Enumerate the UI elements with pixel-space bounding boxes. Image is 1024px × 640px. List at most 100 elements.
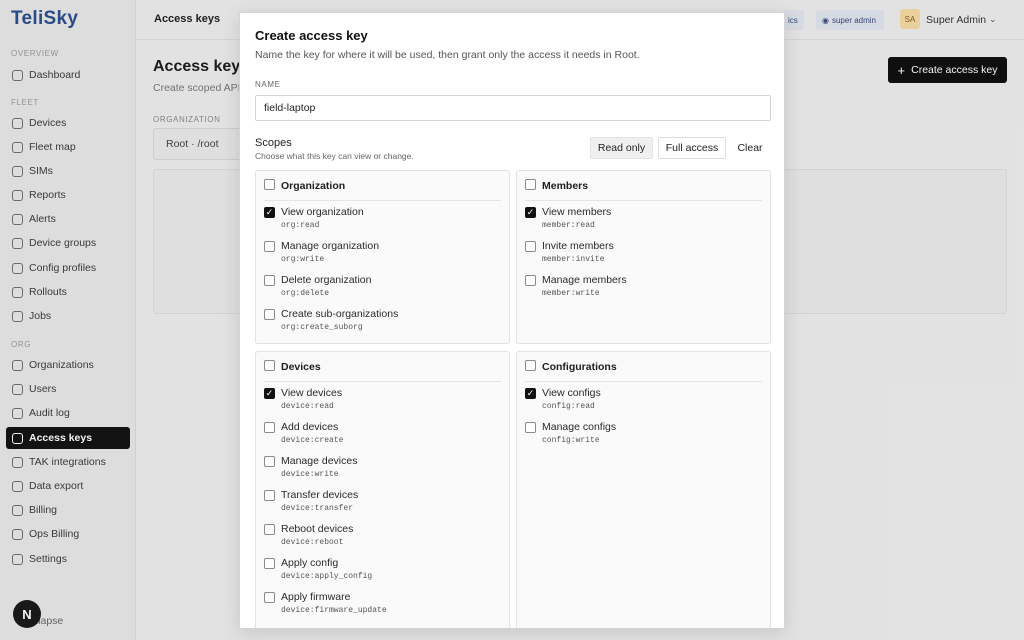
scope-label: Manage members (542, 274, 627, 286)
scope-row-member-write[interactable]: Manage members member:write (525, 274, 627, 305)
scope-label: View organization (281, 206, 364, 218)
create-access-key-dialog: Create access key Name the key for where… (239, 12, 785, 629)
scope-code: device:firmware_update (281, 606, 387, 615)
scope-text: Apply firmware device:firmware_update (281, 591, 387, 615)
scope-label: Apply config (281, 557, 339, 569)
scope-row-device-write[interactable]: Manage devices device:write (264, 455, 357, 486)
scope-code: config:write (542, 436, 600, 445)
scope-row-org-delete[interactable]: Delete organization org:delete (264, 274, 371, 305)
scope-code: org:write (281, 255, 325, 264)
scope-code: member:read (542, 221, 595, 230)
scope-label: View devices (281, 387, 343, 399)
scope-code: device:read (281, 402, 334, 411)
scope-text: Add devices device:create (281, 421, 343, 445)
app-root: TeliSky OVERVIEW Dashboard FLEET Devices… (0, 0, 1024, 640)
scope-text: Create sub-organizations org:create_subor… (281, 308, 398, 332)
scope-row-member-invite[interactable]: Invite members member:invite (525, 240, 614, 271)
scope-text: Manage organization org:write (281, 240, 379, 264)
dialog-title: Create access key (255, 28, 368, 43)
scope-label: Manage organization (281, 240, 380, 252)
check-icon: ✓ (265, 207, 274, 217)
scope-checkbox[interactable] (264, 422, 275, 433)
scope-row-device-apply-config[interactable]: Apply config device:apply_config (264, 557, 372, 588)
scope-checkbox[interactable]: ✓ (264, 388, 275, 399)
scope-checkbox[interactable]: ✓ (264, 207, 275, 218)
scope-row-config-write[interactable]: Manage configs config:write (525, 421, 616, 452)
scope-text: Manage configs config:write (542, 421, 616, 445)
scope-label: Manage configs (542, 421, 617, 433)
scope-checkbox[interactable] (264, 524, 275, 535)
group-checkbox[interactable] (525, 360, 536, 371)
scope-checkbox[interactable] (264, 309, 275, 320)
scope-group-configurations: Configurations ✓ View configs config:read Ma… (516, 351, 771, 628)
scope-text: Apply config device:apply_config (281, 557, 372, 581)
check-icon: ✓ (265, 388, 274, 398)
full-access-button[interactable]: Full access (658, 137, 726, 159)
scope-text: View configs config:read (542, 387, 601, 411)
scope-checkbox[interactable] (264, 241, 275, 252)
scope-code: device:apply_config (281, 572, 373, 581)
group-title: Configurations (542, 361, 617, 373)
group-checkbox[interactable] (264, 360, 275, 371)
scope-label: Transfer devices (281, 489, 359, 501)
scope-text: Invite members member:invite (542, 240, 614, 264)
scope-code: org:delete (281, 289, 330, 298)
read-only-button[interactable]: Read only (590, 137, 653, 159)
scope-row-device-firmware-update[interactable]: Apply firmware device:firmware_update (264, 591, 387, 622)
scope-checkbox[interactable] (264, 456, 275, 467)
scope-label: Create sub-organizations (281, 308, 399, 320)
check-icon: ✓ (526, 388, 535, 398)
scope-label: Reboot devices (281, 523, 354, 535)
group-checkbox[interactable] (525, 179, 536, 190)
scope-row-org-create-suborg[interactable]: Create sub-organizations org:create_subor… (264, 308, 398, 339)
scope-text: Delete organization org:delete (281, 274, 371, 298)
scope-code: org:read (281, 221, 320, 230)
group-checkbox[interactable] (264, 179, 275, 190)
scope-row-device-transfer[interactable]: Transfer devices device:transfer (264, 489, 359, 520)
scope-label: Apply firmware (281, 591, 351, 603)
scope-row-device-reboot[interactable]: Reboot devices device:reboot (264, 523, 353, 554)
scope-checkbox[interactable] (264, 490, 275, 501)
scope-group-header: Configurations (525, 360, 762, 382)
scope-label: Invite members (542, 240, 614, 252)
scope-checkbox[interactable] (264, 275, 275, 286)
scope-checkbox[interactable]: ✓ (525, 207, 536, 218)
scope-row-device-create[interactable]: Add devices device:create (264, 421, 343, 452)
scope-row-config-read[interactable]: ✓ View configs config:read (525, 387, 601, 418)
scope-checkbox[interactable] (525, 275, 536, 286)
scope-group-devices: Devices ✓ View devices device:read Add devic… (255, 351, 510, 628)
scope-checkbox[interactable] (525, 422, 536, 433)
scope-row-device-read[interactable]: ✓ View devices device:read (264, 387, 342, 418)
scope-label: Manage devices (281, 455, 358, 467)
scope-text: Manage members member:write (542, 274, 627, 298)
scope-checkbox[interactable] (525, 241, 536, 252)
scope-group-header: Devices (264, 360, 501, 382)
clear-button[interactable]: Clear (731, 137, 769, 159)
scope-label: View members (542, 206, 612, 218)
key-name-input[interactable] (255, 95, 771, 121)
scope-code: device:reboot (281, 538, 344, 547)
scope-text: View devices device:read (281, 387, 342, 411)
group-title: Organization (281, 180, 346, 192)
scope-checkbox[interactable] (264, 558, 275, 569)
group-title: Members (542, 180, 589, 192)
scope-text: View members member:read (542, 206, 611, 230)
scopes-label: Scopes (255, 137, 292, 149)
scope-row-org-read[interactable]: ✓ View organization org:read (264, 206, 364, 237)
scope-code: org:create_suborg (281, 323, 363, 332)
scope-checkbox[interactable]: ✓ (525, 388, 536, 399)
scope-label: Add devices (281, 421, 339, 433)
scope-row-member-read[interactable]: ✓ View members member:read (525, 206, 611, 237)
scope-text: Manage devices device:write (281, 455, 357, 479)
scope-text: Reboot devices device:reboot (281, 523, 353, 547)
scope-code: device:transfer (281, 504, 354, 513)
check-icon: ✓ (526, 207, 535, 217)
scope-code: config:read (542, 402, 595, 411)
dialog-description: Name the key for where it will be used, … (255, 49, 640, 61)
scope-group-members: Members ✓ View members member:read Invite me… (516, 170, 771, 344)
group-title: Devices (281, 361, 321, 373)
scope-row-org-write[interactable]: Manage organization org:write (264, 240, 379, 271)
scope-label: Delete organization (281, 274, 372, 286)
scope-checkbox[interactable] (264, 592, 275, 603)
scope-label: View configs (542, 387, 601, 399)
